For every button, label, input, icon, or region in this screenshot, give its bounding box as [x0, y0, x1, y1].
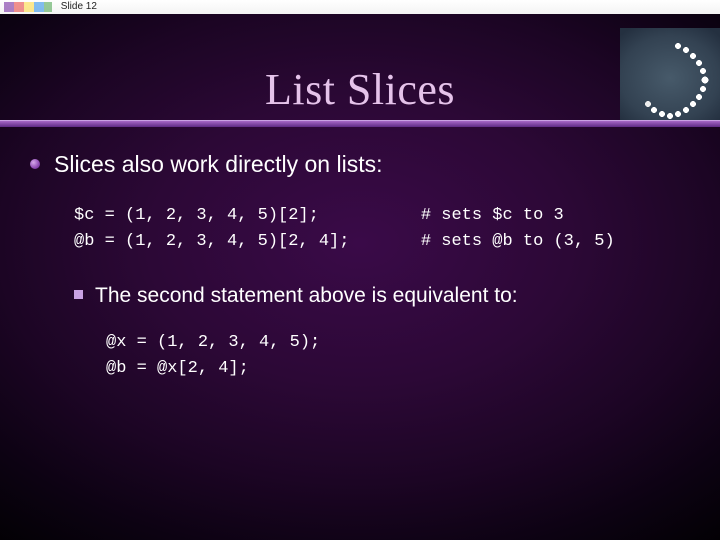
logo-icon: [4, 2, 52, 12]
code-block-1: $c = (1, 2, 3, 4, 5)[2]; # sets $c to 3 …: [74, 203, 690, 256]
bullet-main: Slices also work directly on lists:: [30, 150, 690, 179]
code-block-2: @x = (1, 2, 3, 4, 5); @b = @x[2, 4];: [106, 330, 690, 383]
sub-bullet-text: The second statement above is equivalent…: [95, 283, 518, 309]
bullet-main-text: Slices also work directly on lists:: [54, 150, 383, 179]
bullet-dot-icon: [30, 159, 40, 169]
slide-title: List Slices: [0, 64, 720, 115]
top-bar: Slide 12: [0, 0, 720, 14]
slide-number-label: Slide 12: [61, 0, 97, 14]
sub-bullet: The second statement above is equivalent…: [74, 283, 690, 309]
title-band: List Slices: [0, 14, 720, 124]
slide-body: Slices also work directly on lists: $c =…: [30, 150, 690, 382]
title-underline: [0, 120, 720, 127]
bullet-square-icon: [74, 290, 83, 299]
slide: Slide 12 List Slices Slices also work di…: [0, 0, 720, 540]
necklace-icon: [620, 28, 720, 120]
